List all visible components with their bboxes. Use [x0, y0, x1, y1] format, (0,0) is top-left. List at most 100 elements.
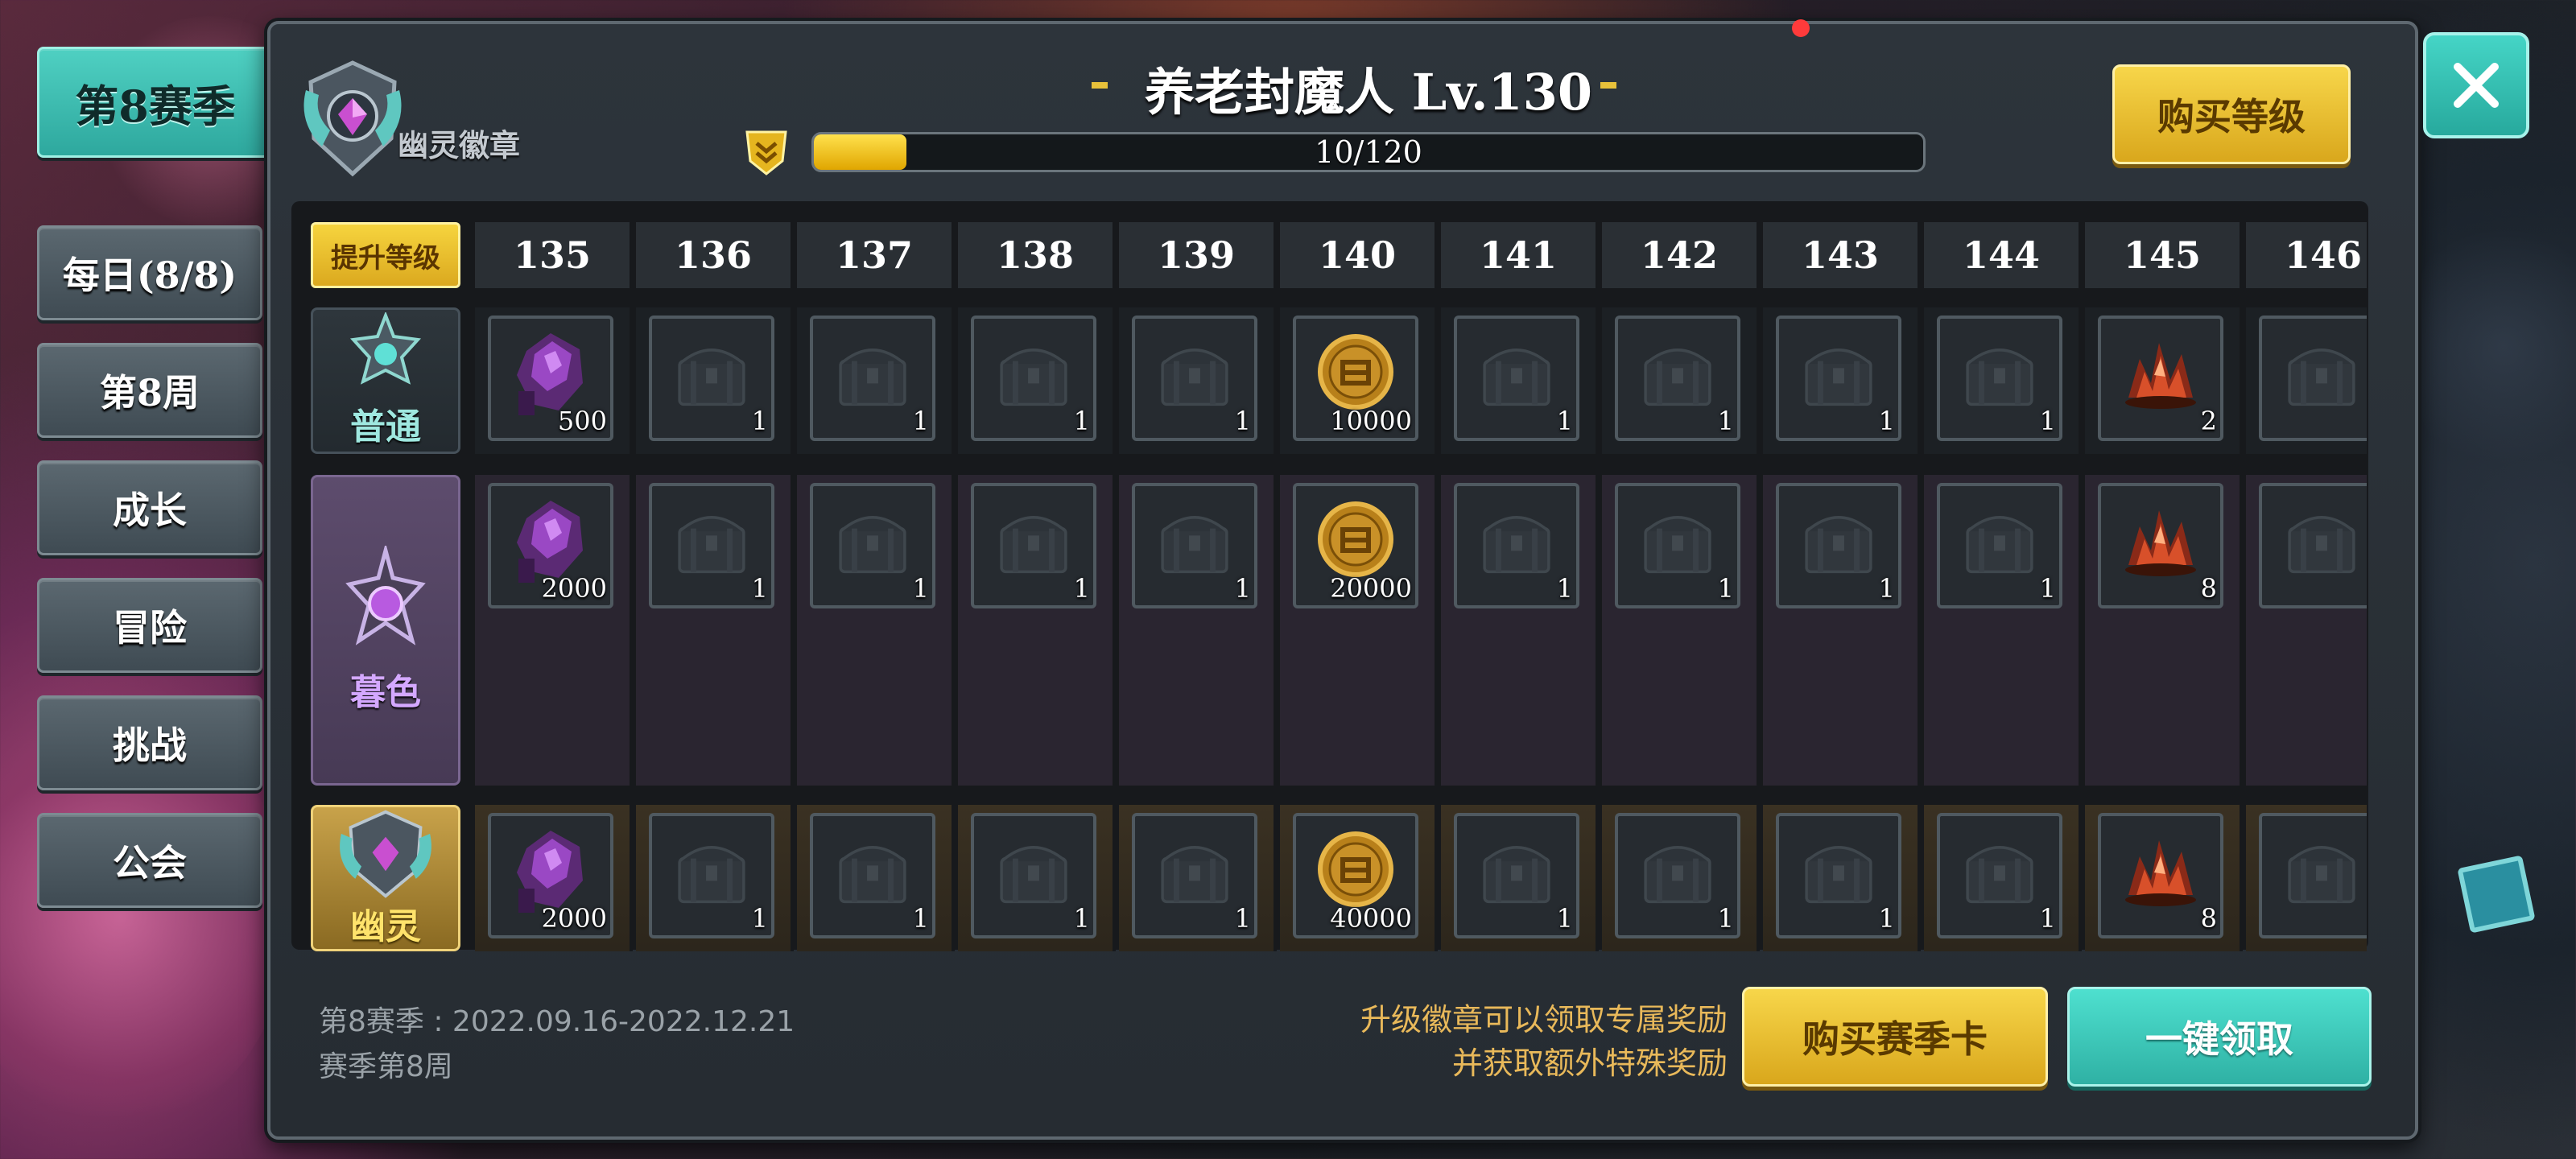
reward-slot[interactable]: 2000	[488, 483, 613, 608]
reward-cell: 1	[636, 805, 794, 951]
normal-track-emblem-icon	[349, 312, 422, 385]
ghost-track-emblem-icon	[340, 810, 431, 898]
nav-item[interactable]: 第8周	[37, 343, 262, 438]
season-week: 赛季第8周	[319, 1050, 453, 1083]
nav-item[interactable]: 挑战	[37, 695, 262, 790]
reward-slot[interactable]: 1	[1454, 813, 1579, 938]
track-label-text: 幽灵	[350, 906, 421, 947]
reward-cell: 1	[1119, 805, 1277, 951]
reward-quantity: 1	[1556, 903, 1573, 934]
reward-quantity: 1	[912, 406, 929, 436]
reward-quantity: 1	[2039, 406, 2056, 436]
reward-cell: 1	[797, 475, 955, 786]
nav-item[interactable]: 每日(8/8)	[37, 225, 262, 320]
reward-slot[interactable]: 40000	[1293, 813, 1418, 938]
chest-icon	[678, 846, 745, 904]
level-header: 136	[636, 222, 794, 288]
reward-slot[interactable]: 2000	[488, 813, 613, 938]
reward-slot[interactable]: 1	[1776, 316, 1901, 441]
reward-slot[interactable]: 1	[649, 813, 774, 938]
reward-quantity: 2	[2200, 406, 2217, 436]
nav-item[interactable]: 冒险	[37, 578, 262, 673]
chest-icon	[1966, 349, 2033, 406]
reward-quantity: 1	[751, 903, 768, 934]
reward-slot[interactable]: 20000	[1293, 483, 1418, 608]
reward-slot[interactable]: 1	[1454, 316, 1579, 441]
reward-slot[interactable]: 1	[971, 316, 1096, 441]
reward-slot[interactable]: 1	[971, 813, 1096, 938]
reward-slot[interactable]: 1	[1132, 483, 1257, 608]
level-progress-text: 10/120	[1315, 134, 1422, 170]
reward-slot[interactable]: 1	[1132, 813, 1257, 938]
level-header: 145	[2085, 222, 2243, 288]
reward-slot[interactable]: 500	[488, 316, 613, 441]
reward-slot[interactable]: 8	[2098, 483, 2223, 608]
buy-level-button[interactable]: 购买等级	[2112, 64, 2351, 164]
reward-slot[interactable]: 1	[1937, 813, 2062, 938]
reward-slot[interactable]: 8	[2098, 813, 2223, 938]
reward-cell: 40000	[1280, 805, 1438, 951]
background-rock	[2407, 209, 2576, 483]
buy-season-card-button[interactable]: 购买赛季卡	[1742, 987, 2048, 1087]
reward-track-dusk: 2000 1 1 1 1 20000 1 1 1 1 8	[475, 475, 2367, 786]
chest-icon	[2288, 349, 2355, 406]
reward-quantity: 1	[1556, 573, 1573, 604]
reward-slot[interactable]: 1	[649, 316, 774, 441]
chest-icon	[1644, 349, 1711, 406]
chest-icon	[2288, 516, 2355, 574]
reward-quantity: 1	[1717, 406, 1734, 436]
reward-slot[interactable]: 1	[810, 483, 935, 608]
level-progress-bar: 10/120	[811, 132, 1926, 172]
upgrade-hint: 并获取额外特殊奖励	[1451, 1046, 1728, 1081]
reward-slot[interactable]: 1	[1454, 483, 1579, 608]
chest-icon	[1966, 516, 2033, 574]
reward-slot[interactable]: 1	[810, 813, 935, 938]
reward-slot[interactable]: 1	[1776, 813, 1901, 938]
reward-quantity: 1	[1717, 573, 1734, 604]
nav-item[interactable]: 成长	[37, 460, 262, 555]
reward-slot[interactable]: 1	[1937, 316, 2062, 441]
reward-quantity: 500	[557, 406, 607, 436]
reward-quantity: 1	[1073, 406, 1090, 436]
reward-slot[interactable]	[2259, 316, 2367, 441]
level-header: 141	[1441, 222, 1599, 288]
reward-slot[interactable]	[2259, 483, 2367, 608]
reward-slot[interactable]: 1	[1615, 813, 1740, 938]
reward-quantity: 1	[1073, 573, 1090, 604]
reward-quantity: 1	[2039, 903, 2056, 934]
chest-icon	[1000, 846, 1067, 904]
reward-slot[interactable]: 1	[971, 483, 1096, 608]
reward-slot[interactable]: 1	[1937, 483, 2062, 608]
nav-item[interactable]: 第8赛季	[37, 47, 274, 158]
level-header: 142	[1602, 222, 1760, 288]
chest-icon	[1966, 846, 2033, 904]
reward-quantity: 40000	[1330, 903, 1412, 934]
reward-slot[interactable]: 1	[649, 483, 774, 608]
reward-slot[interactable]	[2259, 813, 2367, 938]
dusk-track-emblem-icon	[345, 546, 426, 645]
close-button[interactable]	[2423, 32, 2529, 138]
reward-quantity: 10000	[1330, 406, 1412, 436]
level-header: 143	[1763, 222, 1921, 288]
upgrade-level-button[interactable]: 提升等级	[311, 222, 460, 288]
red-crystal-icon	[2125, 840, 2196, 906]
reward-slot[interactable]: 10000	[1293, 316, 1418, 441]
reward-quantity: 2000	[541, 903, 607, 934]
chest-icon	[1644, 516, 1711, 574]
chest-icon	[1483, 349, 1550, 406]
reward-slot[interactable]: 1	[1776, 483, 1901, 608]
level-header: 140	[1280, 222, 1438, 288]
reward-slot[interactable]: 1	[1615, 483, 1740, 608]
reward-quantity: 2000	[541, 573, 607, 604]
reward-quantity: 1	[1073, 903, 1090, 934]
reward-slot[interactable]: 1	[1615, 316, 1740, 441]
claim-all-button[interactable]: 一键领取	[2067, 987, 2372, 1087]
reward-cell: 1	[636, 307, 794, 454]
reward-cell: 500	[475, 307, 633, 454]
level-header: 137	[797, 222, 955, 288]
reward-quantity: 1	[1878, 903, 1895, 934]
nav-item[interactable]: 公会	[37, 813, 262, 908]
reward-slot[interactable]: 2	[2098, 316, 2223, 441]
reward-slot[interactable]: 1	[1132, 316, 1257, 441]
reward-slot[interactable]: 1	[810, 316, 935, 441]
